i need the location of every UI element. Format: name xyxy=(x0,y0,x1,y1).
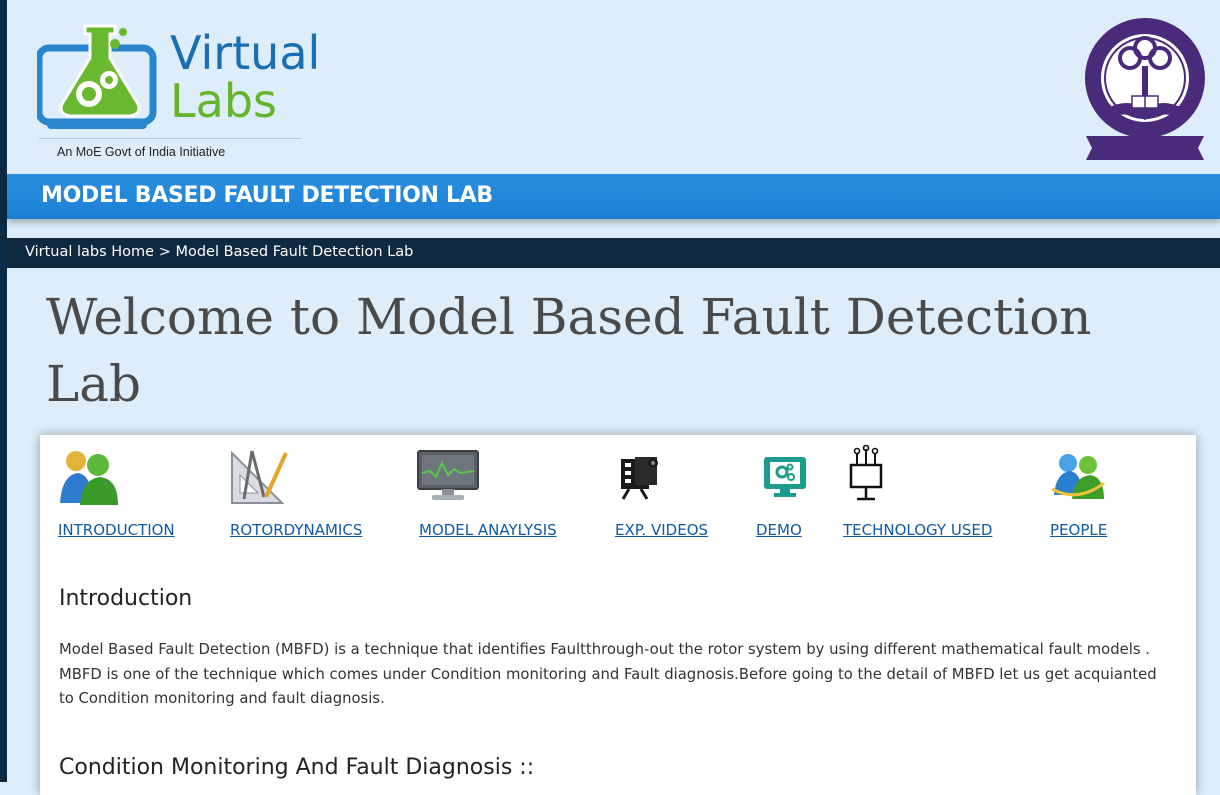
page-title: Welcome to Model Based Fault Detection L… xyxy=(46,288,1092,413)
breadcrumb: Virtual labs Home > Model Based Fault De… xyxy=(7,238,1220,268)
iit-kharagpur-seal-icon[interactable] xyxy=(1080,8,1210,166)
nav-label-model-analysis[interactable]: MODEL ANAYLYSIS xyxy=(419,521,557,539)
breadcrumb-text[interactable]: Virtual labs Home > Model Based Fault De… xyxy=(25,244,413,260)
logo-tagline: An MoE Govt of India Initiative xyxy=(57,145,226,159)
video-camera-icon xyxy=(621,457,658,500)
people-icon xyxy=(1051,454,1105,499)
header: Virtual Labs An MoE Govt of India Initia… xyxy=(7,0,1220,172)
nav-label-introduction[interactable]: INTRODUCTION xyxy=(58,521,175,539)
demo-screen-icon xyxy=(764,457,806,497)
circuit-chip-icon xyxy=(849,445,883,501)
flask-gears-icon xyxy=(37,24,157,129)
nav-label-rotordynamics[interactable]: ROTORDYNAMICS xyxy=(230,521,362,539)
left-edge-bar xyxy=(0,0,7,782)
drafting-tools-icon xyxy=(231,450,288,504)
lab-title: MODEL BASED FAULT DETECTION LAB xyxy=(41,183,493,208)
logo-divider xyxy=(39,138,301,139)
logo-word-virtual: Virtual xyxy=(170,26,321,80)
lab-title-bar: MODEL BASED FAULT DETECTION LAB xyxy=(7,174,1220,219)
condition-monitoring-heading: Condition Monitoring And Fault Diagnosis… xyxy=(59,755,535,780)
nav-label-exp-videos[interactable]: EXP. VIDEOS xyxy=(615,521,708,539)
virtual-labs-logo[interactable]: Virtual Labs An MoE Govt of India Initia… xyxy=(37,12,321,162)
intro-paragraph: Model Based Fault Detection (MBFD) is a … xyxy=(59,641,1157,707)
nav-label-technology-used[interactable]: TECHNOLOGY USED xyxy=(843,521,992,539)
intro-heading: Introduction xyxy=(59,586,193,611)
nav-label-people[interactable]: PEOPLE xyxy=(1050,521,1107,539)
users-icon xyxy=(60,451,118,505)
logo-word-labs: Labs xyxy=(170,74,277,128)
nav-label-demo[interactable]: DEMO xyxy=(756,521,802,539)
content-panel: INTRODUCTION ROTORDYNAMICS MODEL ANAYLYS… xyxy=(40,435,1196,795)
monitor-graph-icon xyxy=(417,450,479,500)
